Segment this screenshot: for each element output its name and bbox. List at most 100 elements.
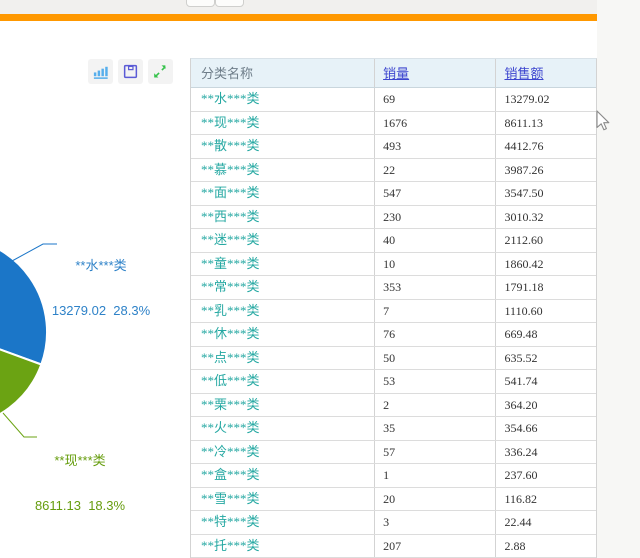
table-row[interactable]: **迷***类 40 2112.60 <box>191 229 596 253</box>
cell-sales-qty: 353 <box>375 276 497 299</box>
cell-sales-amount: 22.44 <box>504 515 532 529</box>
cell-sales-amount: 237.60 <box>504 468 538 482</box>
table-row[interactable]: **童***类 10 1860.42 <box>191 252 596 276</box>
header-sales-amount-sort-link[interactable]: 销售额 <box>504 66 543 81</box>
cell-sales-amount: 4412.76 <box>504 139 544 153</box>
cell-category-name: **雪***类 <box>191 487 376 510</box>
cell-sales-amount: 2.88 <box>504 538 526 553</box>
bar-chart-toggle-button[interactable] <box>88 59 113 84</box>
cell-sales-qty: 3 <box>375 511 497 534</box>
table-row[interactable]: **特***类 3 22.44 <box>191 511 596 535</box>
cell-sales-amount: 2112.60 <box>504 233 544 247</box>
cell-category-name: **面***类 <box>191 182 376 205</box>
save-image-button[interactable] <box>118 59 143 84</box>
cell-category-name: **火***类 <box>191 417 376 440</box>
cell-category-name: **迷***类 <box>191 229 376 252</box>
pie-label-green-name: **现***类 <box>54 453 106 468</box>
page-right-gutter <box>597 0 640 558</box>
table-row[interactable]: **现***类 1676 8611.13 <box>191 111 596 135</box>
cell-sales-qty: 207 <box>375 534 497 557</box>
cell-category-name: **常***类 <box>191 276 376 299</box>
table-row[interactable]: **火***类 35 354.66 <box>191 417 596 441</box>
cell-sales-amount: 3547.50 <box>504 186 544 200</box>
cell-category-name: **散***类 <box>191 135 376 158</box>
cell-sales-qty: 10 <box>375 252 497 275</box>
partial-tab-left[interactable] <box>186 0 215 7</box>
cell-sales-amount: 1791.18 <box>504 280 544 294</box>
table-header-row: 分类名称 销量 销售额 <box>191 59 596 88</box>
cell-category-name: **盒***类 <box>191 464 376 487</box>
pie-label-green-value: 8611.13 18.3% <box>34 498 126 513</box>
cell-sales-qty: 547 <box>375 182 497 205</box>
bar-chart-icon <box>93 66 108 79</box>
cell-category-name: **慕***类 <box>191 158 376 181</box>
expand-icon <box>154 65 166 78</box>
cell-sales-amount: 635.52 <box>504 350 538 365</box>
table-row[interactable]: **乳***类 7 1110.60 <box>191 299 596 323</box>
cell-sales-amount: 3987.26 <box>504 162 544 177</box>
cell-category-name: **乳***类 <box>191 299 376 322</box>
table-row[interactable]: **点***类 50 635.52 <box>191 346 596 370</box>
cell-sales-amount: 336.24 <box>504 444 538 459</box>
table-row[interactable]: **散***类 493 4412.76 <box>191 135 596 159</box>
cell-sales-qty: 76 <box>375 323 497 346</box>
table-row[interactable]: **西***类 230 3010.32 <box>191 205 596 229</box>
cell-category-name: **特***类 <box>191 511 376 534</box>
cell-sales-qty: 1676 <box>375 111 497 134</box>
cell-category-name: **童***类 <box>191 252 376 275</box>
cell-category-name: **水***类 <box>191 88 376 111</box>
pie-slice-blue[interactable] <box>0 237 49 366</box>
cell-category-name: **低***类 <box>191 370 376 393</box>
cell-sales-amount: 116.82 <box>504 491 538 506</box>
table-row[interactable]: **面***类 547 3547.50 <box>191 182 596 206</box>
cell-sales-amount: 8611.13 <box>504 115 544 130</box>
save-icon <box>123 64 138 79</box>
table-row[interactable]: **慕***类 22 3987.26 <box>191 158 596 182</box>
cell-category-name: **栗***类 <box>191 393 376 416</box>
pie-label-blue-name: **水***类 <box>75 258 127 273</box>
cell-category-name: **托***类 <box>191 534 376 557</box>
cell-sales-amount: 1110.60 <box>504 303 543 318</box>
accent-divider-bar <box>0 14 597 21</box>
cell-category-name: **点***类 <box>191 346 376 369</box>
cell-category-name: **西***类 <box>191 205 376 228</box>
cell-sales-amount: 541.74 <box>504 374 538 388</box>
mouse-cursor <box>596 110 610 131</box>
cell-sales-qty: 493 <box>375 135 497 158</box>
table-row[interactable]: **栗***类 2 364.20 <box>191 393 596 417</box>
cell-category-name: **冷***类 <box>191 440 376 463</box>
expand-fullscreen-button[interactable] <box>148 59 173 84</box>
table-row[interactable]: **低***类 53 541.74 <box>191 370 596 394</box>
header-category-name: 分类名称 <box>191 59 376 87</box>
cell-sales-amount: 669.48 <box>504 327 538 341</box>
cell-sales-qty: 7 <box>375 299 497 322</box>
cell-sales-amount: 13279.02 <box>504 92 550 106</box>
cell-category-name: **现***类 <box>191 111 376 134</box>
cell-sales-qty: 40 <box>375 229 497 252</box>
cell-sales-qty: 230 <box>375 205 497 228</box>
cell-sales-qty: 35 <box>375 417 497 440</box>
header-sales-qty-sort-link[interactable]: 销量 <box>383 66 409 81</box>
table-row[interactable]: **雪***类 20 116.82 <box>191 487 596 511</box>
table-row[interactable]: **水***类 69 13279.02 <box>191 88 596 112</box>
cell-sales-amount: 1860.42 <box>504 256 544 271</box>
cell-sales-qty: 53 <box>375 370 497 393</box>
table-row[interactable]: **休***类 76 669.48 <box>191 323 596 347</box>
cell-category-name: **休***类 <box>191 323 376 346</box>
cell-sales-amount: 3010.32 <box>504 209 544 224</box>
table-row[interactable]: **盒***类 1 237.60 <box>191 464 596 488</box>
pie-label-blue-value: 13279.02 28.3% <box>51 303 151 318</box>
category-sales-table: 分类名称 销量 销售额 **水***类 69 13279.02 **现***类 … <box>190 58 597 558</box>
cell-sales-amount: 364.20 <box>504 397 538 412</box>
top-strip <box>0 0 597 14</box>
cell-sales-qty: 57 <box>375 440 497 463</box>
table-row[interactable]: **托***类 207 2.88 <box>191 534 596 558</box>
table-row[interactable]: **常***类 353 1791.18 <box>191 276 596 300</box>
table-row[interactable]: **冷***类 57 336.24 <box>191 440 596 464</box>
partial-tab-right[interactable] <box>215 0 244 7</box>
cell-sales-qty: 2 <box>375 393 497 416</box>
cell-sales-qty: 50 <box>375 346 497 369</box>
cell-sales-qty: 22 <box>375 158 497 181</box>
cell-sales-qty: 20 <box>375 487 497 510</box>
cell-sales-qty: 1 <box>375 464 497 487</box>
